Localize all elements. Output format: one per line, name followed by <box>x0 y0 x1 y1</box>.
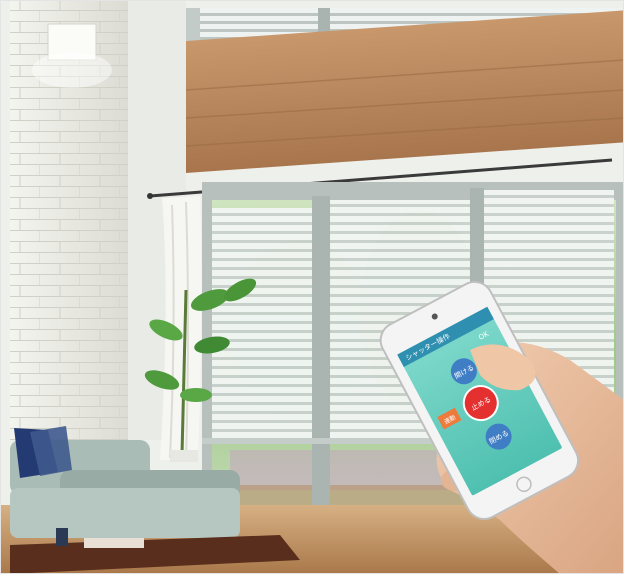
room-photo: シャッター操作 OK 開ける 止める 閉める 連動 <box>0 0 624 574</box>
